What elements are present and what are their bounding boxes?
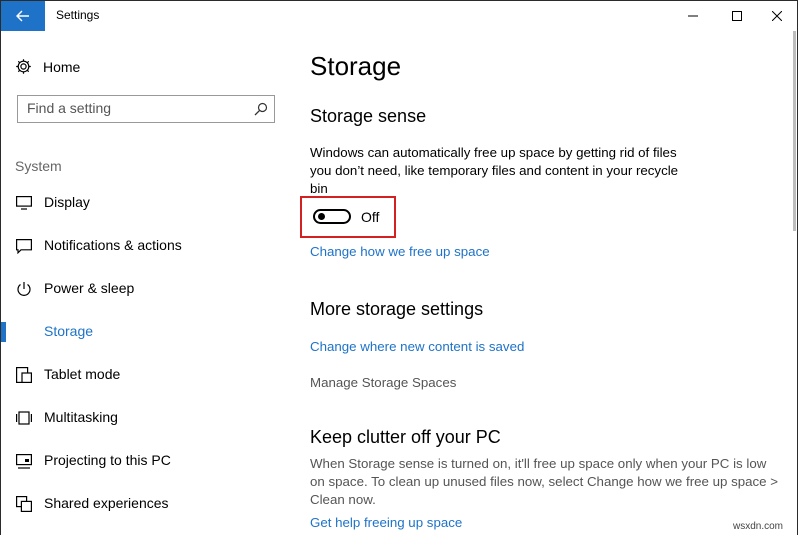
gear-icon [16, 59, 31, 74]
storage-sense-description: Windows can automatically free up space … [310, 145, 679, 196]
toggle-highlight-box: Off [300, 196, 396, 238]
power-icon [15, 281, 33, 297]
page-title: Storage [310, 51, 402, 81]
sidebar-item-label: Storage [44, 323, 94, 339]
back-arrow-icon [16, 10, 29, 22]
toggle-knob [318, 213, 325, 220]
get-help-link[interactable]: Get help freeing up space [310, 515, 462, 530]
sidebar-item-label: Display [44, 194, 90, 210]
toggle-state-label: Off [361, 209, 380, 225]
projecting-icon [15, 453, 33, 469]
sidebar-item-label: Projecting to this PC [44, 452, 171, 468]
keep-clutter-description: When Storage sense is turned on, it'll f… [310, 456, 779, 507]
search-box[interactable] [17, 95, 275, 123]
settings-window: Settings Home System [0, 0, 798, 535]
shared-experiences-icon [15, 496, 33, 512]
sidebar-item-label: Power & sleep [44, 280, 135, 296]
sidebar-item-multitasking[interactable]: Multitasking [1, 403, 291, 433]
sidebar-item-label: Multitasking [44, 409, 118, 425]
minimize-button[interactable] [671, 1, 715, 31]
notifications-icon [15, 238, 33, 254]
title-bar: Settings [1, 1, 797, 31]
more-storage-settings-heading: More storage settings [310, 299, 484, 319]
section-label-system: System [15, 158, 62, 174]
close-button[interactable] [755, 1, 799, 31]
maximize-button[interactable] [715, 1, 759, 31]
sidebar-item-label: Tablet mode [44, 366, 121, 382]
multitasking-icon [15, 410, 33, 426]
sidebar-item-power-sleep[interactable]: Power & sleep [1, 274, 291, 304]
tablet-mode-icon [15, 367, 33, 383]
sidebar-item-shared-experiences[interactable]: Shared experiences [1, 489, 291, 519]
watermark: wsxdn.com [733, 521, 784, 532]
close-icon [772, 11, 782, 21]
sidebar-item-label: Notifications & actions [44, 237, 182, 253]
change-new-content-link[interactable]: Change where new content is saved [310, 339, 524, 354]
sidebar: Home System Display Notifications & acti… [1, 31, 291, 536]
sidebar-item-projecting[interactable]: Projecting to this PC [1, 446, 291, 476]
storage-sense-toggle[interactable] [313, 209, 351, 224]
window-title: Settings [56, 8, 100, 22]
maximize-icon [732, 11, 742, 21]
display-icon [15, 195, 33, 211]
search-icon[interactable] [254, 102, 268, 121]
search-input[interactable] [27, 100, 247, 116]
storage-sense-heading: Storage sense [310, 106, 427, 126]
sidebar-item-tablet-mode[interactable]: Tablet mode [1, 360, 291, 390]
back-button[interactable] [1, 1, 45, 31]
manage-storage-spaces-link[interactable]: Manage Storage Spaces [310, 375, 456, 390]
home-nav-item[interactable]: Home [15, 58, 80, 75]
keep-clutter-heading: Keep clutter off your PC [310, 427, 501, 447]
sidebar-item-display[interactable]: Display [1, 188, 291, 218]
sidebar-item-notifications[interactable]: Notifications & actions [1, 231, 291, 261]
selection-indicator [1, 322, 6, 342]
sidebar-item-label: Shared experiences [44, 495, 169, 511]
change-free-up-space-link[interactable]: Change how we free up space [310, 244, 490, 259]
scrollbar[interactable] [793, 31, 796, 231]
sidebar-item-storage[interactable]: Storage [1, 317, 291, 347]
home-label: Home [43, 58, 81, 75]
minimize-icon [688, 15, 698, 17]
